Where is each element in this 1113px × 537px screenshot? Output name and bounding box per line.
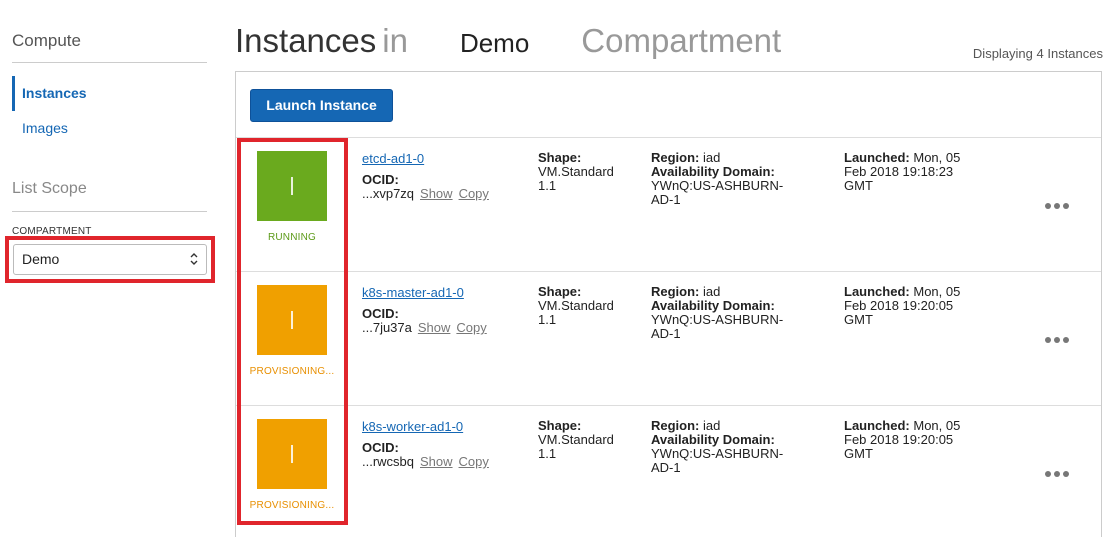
sidebar: Compute Instances Images List Scope COMP… xyxy=(0,0,220,537)
region-value: iad xyxy=(703,418,721,433)
more-actions-icon[interactable] xyxy=(1045,196,1075,209)
launched-label: Launched: xyxy=(844,284,910,299)
sidebar-heading: Compute xyxy=(12,31,81,50)
launched-tz: GMT xyxy=(844,312,873,327)
region-info: Region: iad Availability Domain: YWnQ:US… xyxy=(651,419,811,475)
instance-row: PROVISIONING... k8s-worker-ad1-0 OCID: .… xyxy=(236,405,1101,537)
sidebar-item-instances[interactable]: Instances xyxy=(12,76,212,111)
launched-label: Launched: xyxy=(844,150,910,165)
ad-value-2: AD-1 xyxy=(651,192,681,207)
shape-label: Shape: xyxy=(538,284,582,299)
shape-value-2: 1.1 xyxy=(538,312,557,327)
ocid-line: ...7ju37a Show Copy xyxy=(362,320,487,335)
shape-info: Shape: VM.Standard 1.1 xyxy=(538,151,638,193)
status-tile xyxy=(257,285,327,355)
launched-value: Mon, 05 xyxy=(913,284,961,299)
page-title: Instances in Demo Compartment xyxy=(235,22,781,60)
shape-value: VM.Standard xyxy=(538,164,614,179)
more-actions-icon[interactable] xyxy=(1045,330,1075,343)
sidebar-item-images[interactable]: Images xyxy=(12,111,212,146)
compartment-select-value: Demo xyxy=(22,251,60,267)
ocid-show-link[interactable]: Show xyxy=(418,320,451,335)
status-tile xyxy=(257,419,327,489)
region-info: Region: iad Availability Domain: YWnQ:US… xyxy=(651,151,811,207)
instance-icon xyxy=(291,177,293,195)
launch-instance-button[interactable]: Launch Instance xyxy=(250,89,393,122)
more-actions-icon[interactable] xyxy=(1045,464,1075,477)
launched-info: Launched: Mon, 05 Feb 2018 19:20:05 GMT xyxy=(844,285,994,327)
ocid-line: ...rwcsbq Show Copy xyxy=(362,454,489,469)
title-in: in xyxy=(382,22,408,59)
ocid-value: ...7ju37a xyxy=(362,320,412,335)
launched-label: Launched: xyxy=(844,418,910,433)
shape-label: Shape: xyxy=(538,418,582,433)
instance-row: PROVISIONING... k8s-master-ad1-0 OCID: .… xyxy=(236,271,1101,405)
region-label: Region: xyxy=(651,284,700,299)
region-label: Region: xyxy=(651,150,700,165)
instance-name-link[interactable]: k8s-worker-ad1-0 xyxy=(362,419,463,434)
launched-value: Mon, 05 xyxy=(913,150,961,165)
shape-info: Shape: VM.Standard 1.1 xyxy=(538,419,638,461)
shape-value-2: 1.1 xyxy=(538,446,557,461)
ocid-copy-link[interactable]: Copy xyxy=(456,320,486,335)
sidebar-divider xyxy=(12,62,207,63)
status-label: PROVISIONING... xyxy=(249,500,335,511)
compartment-select[interactable]: Demo xyxy=(13,244,207,275)
launched-date: Feb 2018 19:20:05 xyxy=(844,298,954,313)
title-compartment-name: Demo xyxy=(459,28,530,58)
launched-date: Feb 2018 19:20:05 xyxy=(844,432,954,447)
ad-value: YWnQ:US-ASHBURN- xyxy=(651,178,784,193)
ocid-show-link[interactable]: Show xyxy=(420,454,453,469)
ocid-label: OCID: xyxy=(362,306,399,321)
region-value: iad xyxy=(703,150,721,165)
shape-value: VM.Standard xyxy=(538,432,614,447)
instance-name-link[interactable]: etcd-ad1-0 xyxy=(362,151,424,166)
shape-value-2: 1.1 xyxy=(538,178,557,193)
ad-value-2: AD-1 xyxy=(651,460,681,475)
region-value: iad xyxy=(703,284,721,299)
ocid-label: OCID: xyxy=(362,172,399,187)
ocid-value: ...xvp7zq xyxy=(362,186,415,201)
shape-label: Shape: xyxy=(538,150,582,165)
ad-label: Availability Domain: xyxy=(651,432,775,447)
ad-value: YWnQ:US-ASHBURN- xyxy=(651,446,784,461)
list-scope-heading: List Scope xyxy=(12,180,87,197)
ocid-copy-link[interactable]: Copy xyxy=(459,186,489,201)
ad-label: Availability Domain: xyxy=(651,164,775,179)
ocid-show-link[interactable]: Show xyxy=(420,186,453,201)
ocid-copy-link[interactable]: Copy xyxy=(459,454,489,469)
launched-info: Launched: Mon, 05 Feb 2018 19:18:23 GMT xyxy=(844,151,994,193)
status-label: RUNNING xyxy=(267,232,317,243)
instance-icon xyxy=(291,311,293,329)
shape-info: Shape: VM.Standard 1.1 xyxy=(538,285,638,327)
title-instances: Instances xyxy=(235,22,377,59)
compartment-highlight: Demo xyxy=(5,236,215,283)
ocid-label: OCID: xyxy=(362,440,399,455)
status-label: PROVISIONING... xyxy=(249,366,335,377)
ad-value-2: AD-1 xyxy=(651,326,681,341)
instance-name-link[interactable]: k8s-master-ad1-0 xyxy=(362,285,464,300)
region-label: Region: xyxy=(651,418,700,433)
sidebar-nav: Instances Images xyxy=(12,76,212,146)
ad-value: YWnQ:US-ASHBURN- xyxy=(651,312,784,327)
instance-icon xyxy=(291,445,293,463)
region-info: Region: iad Availability Domain: YWnQ:US… xyxy=(651,285,811,341)
launched-info: Launched: Mon, 05 Feb 2018 19:20:05 GMT xyxy=(844,419,994,461)
select-arrows-icon xyxy=(190,253,198,265)
sidebar-divider xyxy=(12,211,207,212)
shape-value: VM.Standard xyxy=(538,298,614,313)
ad-label: Availability Domain: xyxy=(651,298,775,313)
launched-tz: GMT xyxy=(844,446,873,461)
launched-value: Mon, 05 xyxy=(913,418,961,433)
ocid-value: ...rwcsbq xyxy=(362,454,415,469)
instances-panel: Launch Instance RUNNING etcd-ad1-0 OCID:… xyxy=(235,71,1102,537)
status-tile xyxy=(257,151,327,221)
launched-tz: GMT xyxy=(844,178,873,193)
ocid-line: ...xvp7zq Show Copy xyxy=(362,186,489,201)
instance-count: Displaying 4 Instances xyxy=(972,46,1103,61)
launched-date: Feb 2018 19:18:23 xyxy=(844,164,954,179)
title-compartment: Compartment xyxy=(581,22,782,59)
instance-row: RUNNING etcd-ad1-0 OCID: ...xvp7zq Show Co… xyxy=(236,137,1101,271)
